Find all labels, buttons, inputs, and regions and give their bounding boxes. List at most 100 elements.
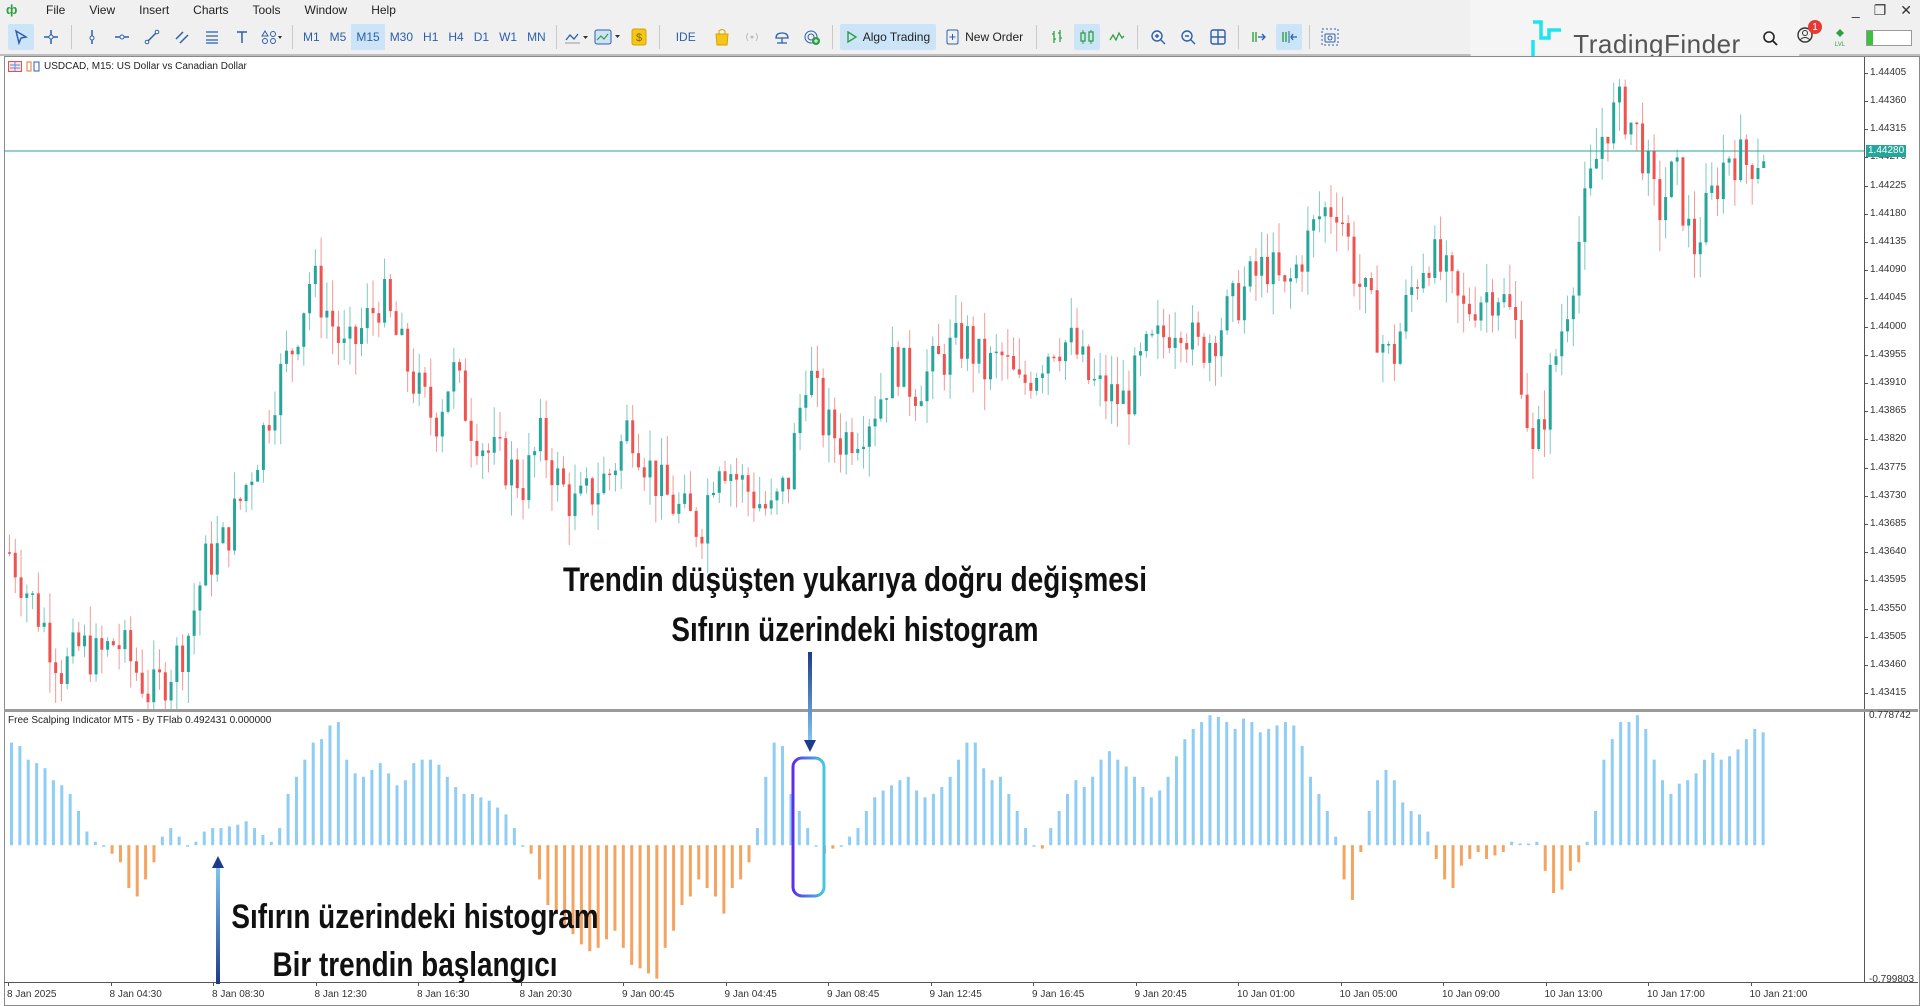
- play-icon: [847, 31, 858, 43]
- timeframe-m30[interactable]: M30: [385, 24, 418, 50]
- candle: [1237, 269, 1241, 324]
- candle: [636, 433, 640, 471]
- time-tick-label: 9 Jan 16:45: [1032, 989, 1085, 1000]
- toolbar-separator: [658, 25, 660, 49]
- restore-icon[interactable]: ❐: [1874, 2, 1887, 19]
- bar-chart-icon[interactable]: [1044, 24, 1070, 50]
- line-chart-icon[interactable]: [1104, 24, 1130, 50]
- autoscroll-icon[interactable]: [1246, 24, 1272, 50]
- zoom-out-icon[interactable]: [1175, 24, 1201, 50]
- timeframe-m1[interactable]: M1: [298, 24, 325, 50]
- candle: [411, 348, 415, 404]
- candle: [1612, 82, 1616, 150]
- candle: [221, 521, 225, 545]
- menu-help[interactable]: Help: [359, 3, 408, 17]
- timeframe-d1[interactable]: D1: [469, 24, 494, 50]
- candle: [1012, 337, 1016, 371]
- candle: [844, 421, 848, 475]
- community-icon[interactable]: [799, 24, 825, 50]
- timeframe-mn[interactable]: MN: [522, 24, 551, 50]
- histogram-bar-negative: [1476, 845, 1480, 853]
- candle: [209, 521, 213, 597]
- histogram-bar-positive: [1309, 776, 1313, 846]
- menu-charts[interactable]: Charts: [181, 3, 240, 17]
- candle: [36, 572, 40, 632]
- fibonacci-icon[interactable]: [199, 24, 225, 50]
- search-icon[interactable]: [1762, 30, 1778, 46]
- candle: [475, 424, 479, 465]
- candle: [810, 346, 814, 398]
- close-icon[interactable]: ✕: [1900, 2, 1912, 19]
- menu-window[interactable]: Window: [293, 3, 360, 17]
- vps-cloud-icon[interactable]: [769, 24, 795, 50]
- timeframe-m15[interactable]: M15: [351, 24, 385, 50]
- indicators-icon[interactable]: [564, 24, 590, 50]
- algo-trading-button[interactable]: Algo Trading: [839, 24, 937, 50]
- histogram-bar-negative: [529, 845, 533, 854]
- crosshair-icon[interactable]: [38, 24, 64, 50]
- menu-insert[interactable]: Insert: [127, 3, 181, 17]
- menu-file[interactable]: File: [34, 3, 77, 17]
- candle: [1329, 185, 1333, 234]
- histogram-bar-positive: [1384, 769, 1388, 846]
- vertical-line-icon[interactable]: [79, 24, 105, 50]
- level-icon[interactable]: LVL: [1832, 28, 1848, 48]
- candle: [429, 358, 433, 436]
- horizontal-line-icon[interactable]: [109, 24, 135, 50]
- candle: [88, 606, 92, 682]
- candle: [152, 640, 156, 709]
- price-tick-mark: [1864, 439, 1868, 441]
- candle: [1473, 286, 1477, 328]
- histogram-bar-positive: [848, 836, 852, 846]
- text-icon[interactable]: [229, 24, 255, 50]
- screenshot-icon[interactable]: [1317, 24, 1343, 50]
- histogram-bar-negative: [663, 845, 667, 948]
- market-bag-icon[interactable]: [709, 24, 735, 50]
- time-tick-label: 9 Jan 04:45: [724, 989, 777, 1000]
- histogram-bar-positive: [948, 776, 952, 846]
- chart-shift-icon[interactable]: [1276, 24, 1303, 50]
- shapes-icon[interactable]: [259, 24, 285, 50]
- candlestick-chart-icon[interactable]: [1074, 24, 1101, 50]
- histogram-bar-positive: [1334, 836, 1338, 846]
- candle: [423, 367, 427, 398]
- timeframe-h4[interactable]: H4: [443, 24, 468, 50]
- candle: [354, 324, 358, 375]
- histogram-bar-negative: [152, 845, 156, 863]
- dollar-icon[interactable]: $: [626, 24, 652, 50]
- candle: [1727, 155, 1731, 176]
- tile-windows-icon[interactable]: [1205, 24, 1231, 50]
- trendline-icon[interactable]: [139, 24, 165, 50]
- candle: [458, 358, 462, 384]
- channel-icon[interactable]: [169, 24, 195, 50]
- menu-view[interactable]: View: [77, 3, 127, 17]
- zoom-in-icon[interactable]: [1145, 24, 1171, 50]
- histogram-bar-positive: [227, 826, 231, 846]
- signals-icon[interactable]: [739, 24, 765, 50]
- histogram-bar-negative: [822, 845, 826, 854]
- histogram-bar-positive: [1091, 776, 1095, 846]
- timeframe-m5[interactable]: M5: [325, 24, 352, 50]
- histogram-bar-positive: [1300, 745, 1304, 846]
- cursor-icon[interactable]: [8, 24, 34, 50]
- minimize-icon[interactable]: _: [1852, 2, 1860, 19]
- menu-tools[interactable]: Tools: [241, 3, 293, 17]
- timeframe-w1[interactable]: W1: [494, 24, 522, 50]
- svg-text:$: $: [636, 32, 642, 44]
- candle: [1300, 255, 1304, 292]
- histogram-bar-positive: [1066, 793, 1069, 846]
- candle: [590, 476, 594, 516]
- timeframe-h1[interactable]: H1: [418, 24, 443, 50]
- ide-button[interactable]: IDE: [667, 24, 705, 50]
- new-order-button[interactable]: New Order: [940, 24, 1029, 50]
- price-tick-label: 1.43595: [1870, 574, 1907, 586]
- candle: [1242, 266, 1246, 334]
- candle: [336, 310, 340, 365]
- candle: [1173, 312, 1177, 369]
- candle: [238, 497, 242, 510]
- account-button[interactable]: 1: [1796, 20, 1822, 49]
- candle: [1323, 201, 1327, 243]
- price-tick-label: 1.43730: [1870, 489, 1907, 501]
- candle: [758, 477, 762, 512]
- templates-icon[interactable]: [594, 24, 622, 50]
